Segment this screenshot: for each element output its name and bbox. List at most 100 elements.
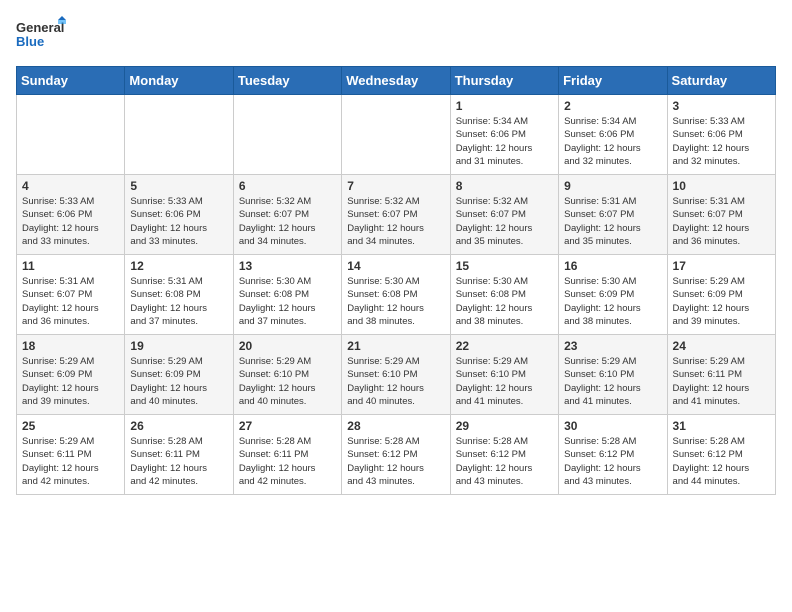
day-info: Sunrise: 5:28 AM Sunset: 6:11 PM Dayligh… (239, 435, 336, 488)
day-number: 23 (564, 339, 661, 353)
weekday-header-row: SundayMondayTuesdayWednesdayThursdayFrid… (17, 67, 776, 95)
calendar-cell: 4Sunrise: 5:33 AM Sunset: 6:06 PM Daylig… (17, 175, 125, 255)
day-info: Sunrise: 5:33 AM Sunset: 6:06 PM Dayligh… (130, 195, 227, 248)
day-info: Sunrise: 5:29 AM Sunset: 6:10 PM Dayligh… (456, 355, 553, 408)
calendar-week-row: 18 Sunrise: 5:29 AM Sunset: 6:09 PM Dayli… (17, 335, 776, 415)
day-number: 13 (239, 259, 336, 273)
calendar-cell (125, 95, 233, 175)
day-info: Sunrise: 5:29 AM Sunset: 6:09 PM Dayligh… (673, 275, 770, 328)
day-number: 17 (673, 259, 770, 273)
svg-text:General: General (16, 20, 64, 35)
day-number: 22 (456, 339, 553, 353)
day-number: 12 (130, 259, 227, 273)
day-info: Sunrise: 5:31 AM Sunset: 6:07 PM Dayligh… (673, 195, 770, 248)
day-number: 30 (564, 419, 661, 433)
day-info: Sunrise: 5:28 AM Sunset: 6:12 PM Dayligh… (673, 435, 770, 488)
weekday-header-thursday: Thursday (450, 67, 558, 95)
day-info: Sunrise: 5:29 AM Sunset: 6:11 PM Dayligh… (22, 435, 119, 488)
weekday-header-friday: Friday (559, 67, 667, 95)
day-number: 11 (22, 259, 119, 273)
day-number: 7 (347, 179, 444, 193)
day-number: 19 (130, 339, 227, 353)
day-number: 3 (673, 99, 770, 113)
day-number: 27 (239, 419, 336, 433)
weekday-header-sunday: Sunday (17, 67, 125, 95)
day-info: Sunrise: 5:29 AM Sunset: 6:09 PM Dayligh… (130, 355, 227, 408)
calendar-cell: 12 Sunrise: 5:31 AM Sunset: 6:08 PM Dayli… (125, 255, 233, 335)
calendar-cell: 3 Sunrise: 5:33 AM Sunset: 6:06 PM Daylig… (667, 95, 775, 175)
day-number: 15 (456, 259, 553, 273)
calendar-cell: 21Sunrise: 5:29 AM Sunset: 6:10 PM Dayli… (342, 335, 450, 415)
day-info: Sunrise: 5:29 AM Sunset: 6:10 PM Dayligh… (239, 355, 336, 408)
calendar-cell (342, 95, 450, 175)
calendar-week-row: 1Sunrise: 5:34 AM Sunset: 6:06 PM Daylig… (17, 95, 776, 175)
calendar-cell: 26 Sunrise: 5:28 AM Sunset: 6:11 PM Dayli… (125, 415, 233, 495)
day-info: Sunrise: 5:29 AM Sunset: 6:11 PM Dayligh… (673, 355, 770, 408)
day-number: 20 (239, 339, 336, 353)
calendar-cell: 22 Sunrise: 5:29 AM Sunset: 6:10 PM Dayli… (450, 335, 558, 415)
calendar-cell: 27 Sunrise: 5:28 AM Sunset: 6:11 PM Dayli… (233, 415, 341, 495)
weekday-header-tuesday: Tuesday (233, 67, 341, 95)
day-number: 31 (673, 419, 770, 433)
calendar-cell: 30 Sunrise: 5:28 AM Sunset: 6:12 PM Dayli… (559, 415, 667, 495)
calendar-cell: 25 Sunrise: 5:29 AM Sunset: 6:11 PM Dayli… (17, 415, 125, 495)
calendar-cell (233, 95, 341, 175)
calendar-cell: 10 Sunrise: 5:31 AM Sunset: 6:07 PM Dayli… (667, 175, 775, 255)
day-number: 26 (130, 419, 227, 433)
calendar-cell: 23 Sunrise: 5:29 AM Sunset: 6:10 PM Dayli… (559, 335, 667, 415)
day-number: 10 (673, 179, 770, 193)
day-info: Sunrise: 5:29 AM Sunset: 6:10 PM Dayligh… (347, 355, 444, 408)
day-info: Sunrise: 5:32 AM Sunset: 6:07 PM Dayligh… (239, 195, 336, 248)
day-info: Sunrise: 5:34 AM Sunset: 6:06 PM Dayligh… (564, 115, 661, 168)
day-number: 24 (673, 339, 770, 353)
day-number: 8 (456, 179, 553, 193)
day-number: 28 (347, 419, 444, 433)
day-info: Sunrise: 5:31 AM Sunset: 6:07 PM Dayligh… (564, 195, 661, 248)
day-info: Sunrise: 5:33 AM Sunset: 6:06 PM Dayligh… (673, 115, 770, 168)
day-info: Sunrise: 5:32 AM Sunset: 6:07 PM Dayligh… (456, 195, 553, 248)
calendar-cell: 29 Sunrise: 5:28 AM Sunset: 6:12 PM Dayli… (450, 415, 558, 495)
calendar-week-row: 25 Sunrise: 5:29 AM Sunset: 6:11 PM Dayli… (17, 415, 776, 495)
day-number: 4 (22, 179, 119, 193)
calendar-cell: 19 Sunrise: 5:29 AM Sunset: 6:09 PM Dayli… (125, 335, 233, 415)
calendar-cell: 28Sunrise: 5:28 AM Sunset: 6:12 PM Dayli… (342, 415, 450, 495)
day-info: Sunrise: 5:30 AM Sunset: 6:08 PM Dayligh… (239, 275, 336, 328)
day-info: Sunrise: 5:31 AM Sunset: 6:07 PM Dayligh… (22, 275, 119, 328)
day-info: Sunrise: 5:30 AM Sunset: 6:09 PM Dayligh… (564, 275, 661, 328)
calendar-cell: 24 Sunrise: 5:29 AM Sunset: 6:11 PM Dayli… (667, 335, 775, 415)
day-info: Sunrise: 5:28 AM Sunset: 6:12 PM Dayligh… (564, 435, 661, 488)
day-info: Sunrise: 5:28 AM Sunset: 6:12 PM Dayligh… (456, 435, 553, 488)
calendar-cell: 1Sunrise: 5:34 AM Sunset: 6:06 PM Daylig… (450, 95, 558, 175)
header: General Blue (16, 16, 776, 58)
day-info: Sunrise: 5:34 AM Sunset: 6:06 PM Dayligh… (456, 115, 553, 168)
calendar-cell: 5Sunrise: 5:33 AM Sunset: 6:06 PM Daylig… (125, 175, 233, 255)
day-info: Sunrise: 5:28 AM Sunset: 6:11 PM Dayligh… (130, 435, 227, 488)
calendar-cell: 6Sunrise: 5:32 AM Sunset: 6:07 PM Daylig… (233, 175, 341, 255)
day-info: Sunrise: 5:29 AM Sunset: 6:09 PM Dayligh… (22, 355, 119, 408)
logo-svg: General Blue (16, 16, 66, 58)
day-number: 29 (456, 419, 553, 433)
day-number: 18 (22, 339, 119, 353)
day-info: Sunrise: 5:32 AM Sunset: 6:07 PM Dayligh… (347, 195, 444, 248)
calendar-week-row: 4 Sunrise: 5:33 AM Sunset: 6:06 PM Daylig… (17, 175, 776, 255)
calendar-cell: 2Sunrise: 5:34 AM Sunset: 6:06 PM Daylig… (559, 95, 667, 175)
calendar-week-row: 11 Sunrise: 5:31 AM Sunset: 6:07 PM Dayli… (17, 255, 776, 335)
day-info: Sunrise: 5:31 AM Sunset: 6:08 PM Dayligh… (130, 275, 227, 328)
calendar-cell: 9 Sunrise: 5:31 AM Sunset: 6:07 PM Daylig… (559, 175, 667, 255)
day-number: 9 (564, 179, 661, 193)
day-number: 14 (347, 259, 444, 273)
calendar-cell: 17 Sunrise: 5:29 AM Sunset: 6:09 PM Dayli… (667, 255, 775, 335)
weekday-header-wednesday: Wednesday (342, 67, 450, 95)
day-info: Sunrise: 5:29 AM Sunset: 6:10 PM Dayligh… (564, 355, 661, 408)
calendar-cell (17, 95, 125, 175)
weekday-header-saturday: Saturday (667, 67, 775, 95)
calendar-cell: 13 Sunrise: 5:30 AM Sunset: 6:08 PM Dayli… (233, 255, 341, 335)
calendar-cell: 15Sunrise: 5:30 AM Sunset: 6:08 PM Dayli… (450, 255, 558, 335)
calendar-cell: 11 Sunrise: 5:31 AM Sunset: 6:07 PM Dayli… (17, 255, 125, 335)
weekday-header-monday: Monday (125, 67, 233, 95)
calendar-cell: 31 Sunrise: 5:28 AM Sunset: 6:12 PM Dayli… (667, 415, 775, 495)
day-number: 25 (22, 419, 119, 433)
day-info: Sunrise: 5:30 AM Sunset: 6:08 PM Dayligh… (347, 275, 444, 328)
calendar-table: SundayMondayTuesdayWednesdayThursdayFrid… (16, 66, 776, 495)
calendar-cell: 18 Sunrise: 5:29 AM Sunset: 6:09 PM Dayli… (17, 335, 125, 415)
